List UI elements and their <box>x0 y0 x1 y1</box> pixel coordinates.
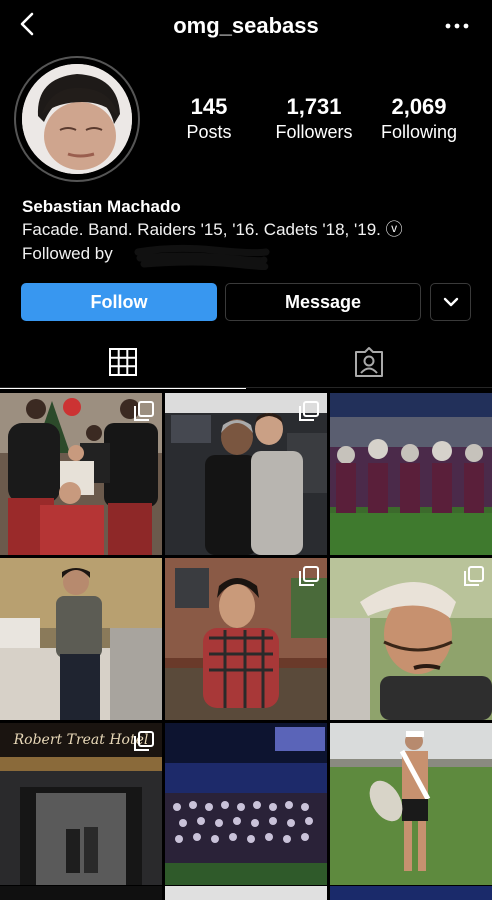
followed-by-row[interactable]: Followed by <box>22 242 482 271</box>
post-thumbnail[interactable] <box>330 558 492 720</box>
followers-count-label: Followers <box>275 122 353 142</box>
message-button[interactable]: Message <box>225 283 421 321</box>
multiple-photos-icon <box>134 731 154 751</box>
tab-posts-grid[interactable] <box>0 336 246 389</box>
posts-count-value: 145 <box>190 94 228 119</box>
grid-icon <box>109 348 137 376</box>
redacted-usernames-scribble <box>134 244 270 271</box>
more-options-icon[interactable] <box>444 16 470 36</box>
post-thumbnail[interactable] <box>330 723 492 885</box>
post-thumbnail-partial[interactable] <box>330 886 492 900</box>
post-thumbnail[interactable] <box>0 558 162 720</box>
following-count-value: 2,069 <box>391 94 447 119</box>
multiple-photos-icon <box>299 401 319 421</box>
profile-description: Facade. Band. Raiders '15, '16. Cadets '… <box>22 220 403 239</box>
following-count-label: Following <box>380 122 458 142</box>
multiple-photos-icon <box>134 401 154 421</box>
profile-username-title: omg_seabass <box>173 13 319 38</box>
profile-bio: Sebastian Machado Facade. Band. Raiders … <box>22 196 482 271</box>
top-navigation-bar: omg_seabass <box>0 0 492 52</box>
posts-count-label: Posts <box>186 122 232 142</box>
multiple-photos-icon <box>464 566 484 586</box>
chevron-down-icon <box>443 297 458 307</box>
post-thumbnail[interactable]: Robert Treat Hotel <box>0 723 162 885</box>
suggested-accounts-button[interactable] <box>430 283 471 321</box>
active-tab-indicator <box>0 388 246 389</box>
post-thumbnail-partial[interactable] <box>0 886 162 900</box>
tab-tagged[interactable] <box>246 336 492 388</box>
followed-by-label: Followed by <box>22 244 113 263</box>
post-thumbnail[interactable] <box>165 723 327 885</box>
followers-count[interactable]: 1,731 Followers <box>268 94 360 144</box>
avatar[interactable] <box>22 64 132 174</box>
post-thumbnail[interactable] <box>330 393 492 555</box>
post-thumbnail-partial[interactable] <box>165 886 327 900</box>
post-thumbnail[interactable] <box>165 558 327 720</box>
multiple-photos-icon <box>299 566 319 586</box>
followers-count-value: 1,731 <box>286 94 342 119</box>
post-thumbnail[interactable] <box>0 393 162 555</box>
follow-button[interactable]: Follow <box>21 283 217 321</box>
post-thumbnail[interactable] <box>165 393 327 555</box>
profile-tabs <box>0 336 492 389</box>
tagged-icon <box>355 347 383 377</box>
profile-full-name: Sebastian Machado <box>22 197 181 216</box>
posts-count: 145 Posts <box>174 94 244 144</box>
following-count[interactable]: 2,069 Following <box>374 94 464 144</box>
